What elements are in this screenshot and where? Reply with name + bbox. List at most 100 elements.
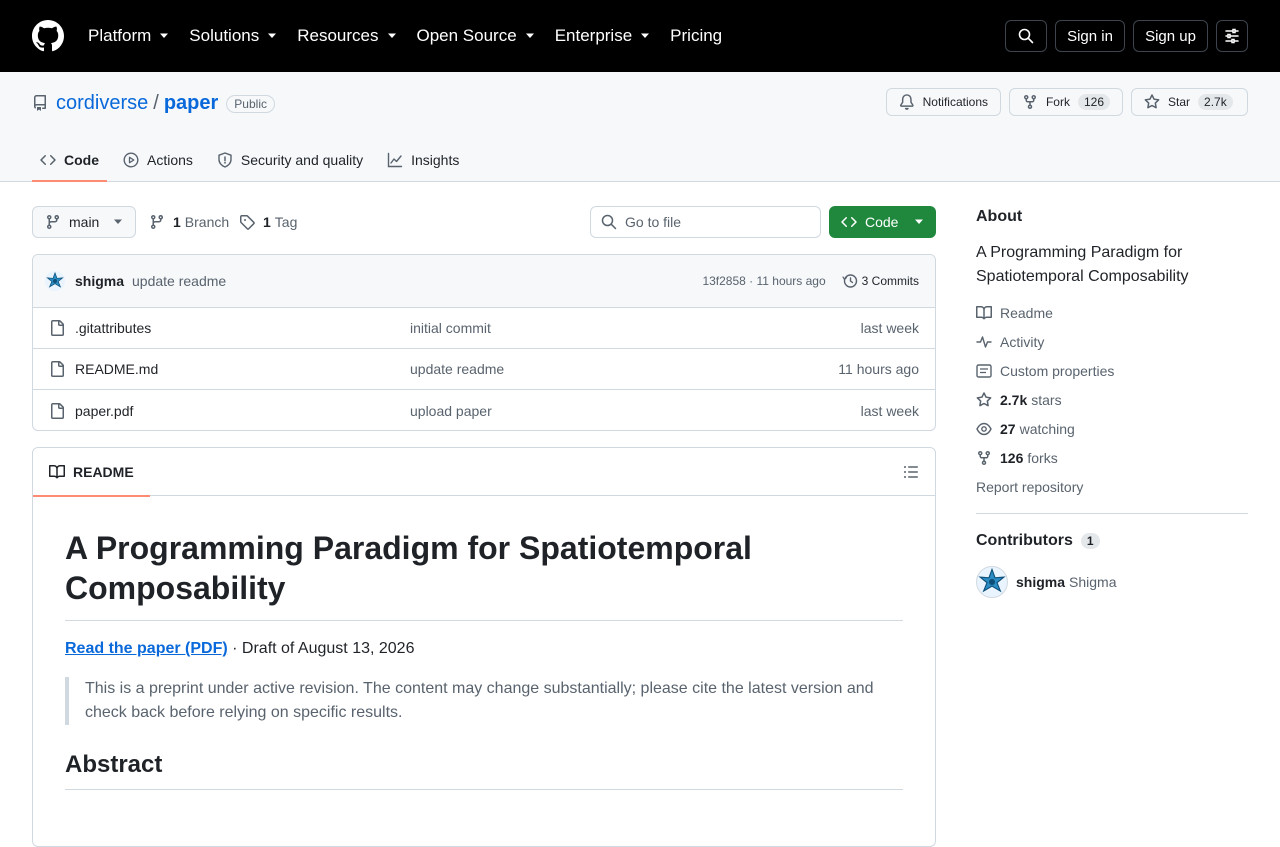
nav-solutions[interactable]: Solutions	[189, 26, 277, 46]
code-dropdown-button[interactable]: Code	[829, 206, 936, 238]
contributor-login[interactable]: shigma	[1016, 574, 1065, 590]
file-row[interactable]: .gitattributes initial commit last week	[33, 308, 935, 349]
abstract-heading: Abstract	[65, 749, 903, 790]
repo-separator: /	[153, 92, 159, 114]
nav-label: Solutions	[189, 26, 260, 45]
branch-selector[interactable]: main	[32, 206, 136, 238]
chevron-down-icon	[915, 219, 923, 224]
nav-pricing[interactable]: Pricing	[670, 26, 722, 46]
readme-paragraph: Read the paper (PDF) · Draft of August 1…	[65, 637, 903, 661]
fork-icon	[1023, 95, 1036, 109]
code-button-label: Code	[865, 214, 899, 230]
report-repository-link[interactable]: Report repository	[976, 472, 1114, 501]
forks-link[interactable]: 126 forks	[976, 443, 1114, 472]
stars-link[interactable]: 2.7k stars	[976, 385, 1114, 414]
stars-count: 2.7k	[1000, 391, 1028, 408]
tab-code[interactable]: Code	[32, 138, 107, 182]
nav-label: Resources	[297, 26, 379, 45]
sign-in-button[interactable]: Sign in	[1055, 20, 1125, 52]
chevron-down-icon	[160, 33, 169, 38]
activity-link[interactable]: Activity	[976, 327, 1114, 356]
branch-name: main	[69, 214, 100, 230]
notifications-button[interactable]: Notifications	[886, 88, 1001, 116]
fork-button[interactable]: Fork 126	[1009, 88, 1123, 116]
contributor-name: Shigma	[1069, 574, 1117, 590]
graph-icon	[387, 152, 403, 168]
go-to-file-input[interactable]	[625, 214, 805, 230]
readme-content: A Programming Paradigm for Spatiotempora…	[33, 496, 935, 822]
file-date: 11 hours ago	[838, 361, 919, 377]
readme-header: README	[33, 448, 935, 497]
global-header: Platform Solutions Resources Open Source…	[0, 0, 1280, 72]
repo-owner-link[interactable]: cordiverse	[56, 92, 148, 115]
nav-label: Open Source	[416, 26, 517, 45]
readme-tab-label: README	[73, 463, 134, 480]
watching-count: 27	[1000, 420, 1016, 437]
file-commit-message[interactable]: initial commit	[410, 320, 491, 336]
avatar[interactable]	[976, 566, 1008, 598]
commit-author[interactable]: shigma	[75, 273, 124, 289]
sign-up-button[interactable]: Sign up	[1133, 20, 1208, 52]
commit-message[interactable]: update readme	[132, 273, 226, 289]
readme-tab[interactable]: README	[33, 448, 150, 497]
about-description: A Programming Paradigm for Spatiotempora…	[976, 244, 1189, 285]
code-icon	[40, 154, 56, 166]
file-row[interactable]: README.md update readme 11 hours ago	[33, 349, 935, 390]
file-commit-message[interactable]: upload paper	[410, 403, 492, 419]
nav-open-source[interactable]: Open Source	[417, 26, 535, 46]
file-icon	[51, 361, 64, 377]
readme-link[interactable]: Readme	[976, 298, 1114, 327]
file-icon	[51, 320, 64, 336]
watching-link[interactable]: 27 watching	[976, 414, 1114, 443]
tab-security[interactable]: Security and quality	[209, 138, 371, 182]
file-name[interactable]: README.md	[75, 361, 158, 377]
readme-blockquote: This is a preprint under active revision…	[65, 677, 903, 725]
tags-link[interactable]: 1 Tag	[239, 206, 297, 238]
file-commit-message[interactable]: update readme	[410, 361, 504, 377]
note-icon	[976, 363, 992, 378]
watching-label: watching	[1019, 420, 1075, 437]
nav-label: Enterprise	[554, 26, 633, 45]
file-browser: shigma update readme 13f2858 · 11 hours …	[32, 254, 936, 431]
about-links: Readme Activity Custom properties 2.7k s…	[976, 298, 1114, 501]
go-to-file[interactable]	[590, 206, 821, 238]
contributor-item[interactable]: shigma Shigma	[976, 566, 1116, 598]
nav-label: Pricing	[670, 26, 723, 45]
stars-label: stars	[1031, 391, 1062, 408]
activity-link-label: Activity	[1000, 333, 1045, 350]
pulse-icon	[976, 335, 992, 348]
book-icon	[976, 305, 992, 319]
custom-properties-link[interactable]: Custom properties	[976, 356, 1114, 385]
avatar-star-icon	[46, 272, 64, 288]
outline-button[interactable]	[903, 464, 919, 480]
branches-link[interactable]: 1 Branch	[149, 206, 229, 238]
repo-header: cordiverse / paper Public Notifications …	[0, 72, 1280, 182]
tab-label: Actions	[147, 152, 193, 168]
nav-platform[interactable]: Platform	[88, 26, 169, 46]
branch-icon	[150, 215, 163, 230]
forks-count: 126	[1000, 449, 1024, 466]
commit-hash-time[interactable]: 13f2858 · 11 hours ago	[702, 274, 825, 288]
tab-insights[interactable]: Insights	[379, 138, 467, 182]
search-button[interactable]	[1005, 20, 1047, 52]
repo-name-link[interactable]: paper	[164, 92, 218, 115]
file-row[interactable]: paper.pdf upload paper last week	[33, 390, 935, 430]
repo-title: cordiverse / paper Public	[56, 92, 275, 115]
nav-label: Platform	[88, 26, 152, 45]
star-button[interactable]: Star 2.7k	[1131, 88, 1248, 116]
nav-enterprise[interactable]: Enterprise	[555, 26, 650, 46]
tab-label: Insights	[411, 152, 460, 168]
file-name[interactable]: .gitattributes	[75, 320, 151, 336]
github-logo-icon[interactable]	[32, 20, 64, 52]
nav-resources[interactable]: Resources	[297, 26, 396, 46]
contributors-heading[interactable]: Contributors 1	[976, 532, 1100, 550]
about-heading: About	[976, 208, 1023, 225]
commits-history-link[interactable]: 3 Commits	[842, 273, 919, 289]
search-icon	[601, 214, 617, 230]
avatar[interactable]	[45, 271, 65, 291]
history-icon	[842, 274, 857, 288]
file-name[interactable]: paper.pdf	[75, 403, 133, 419]
menu-button[interactable]	[1216, 20, 1248, 52]
tab-actions[interactable]: Actions	[115, 138, 201, 182]
paper-pdf-link[interactable]: Read the paper (PDF)	[65, 640, 228, 657]
